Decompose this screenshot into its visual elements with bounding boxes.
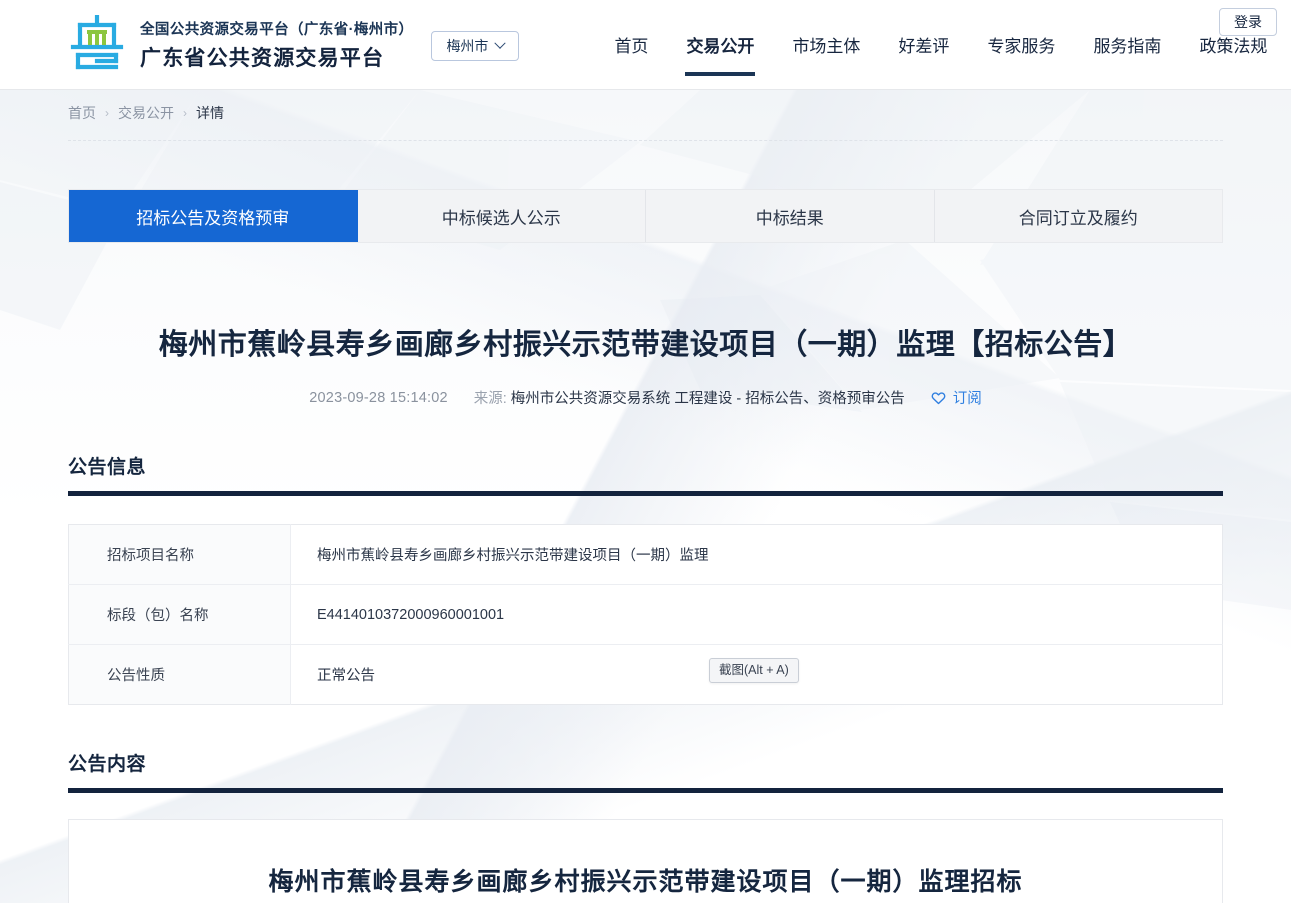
page-title: 梅州市蕉岭县寿乡画廊乡村振兴示范带建设项目（一期）监理【招标公告】 (68, 327, 1223, 363)
tab-label: 中标候选人公示 (442, 204, 561, 229)
row-label: 公告性质 (69, 645, 291, 705)
source-value: 梅州市公共资源交易系统 工程建设 - 招标公告、资格预审公告 (511, 391, 905, 407)
tab-bid-result[interactable]: 中标结果 (646, 190, 935, 242)
brand-block[interactable]: 全国公共资源交易平台（广东省·梅州市） 广东省公共资源交易平台 (68, 15, 413, 75)
nav-item-expert-services[interactable]: 专家服务 (968, 0, 1074, 89)
nav-item-service-guide[interactable]: 服务指南 (1074, 0, 1180, 89)
nav-label: 首页 (614, 32, 648, 57)
publish-timestamp: 2023-09-28 15:14:02 (309, 390, 447, 406)
row-value: E4414010372000960001001 (291, 585, 1223, 645)
brand-province-title: 广东省公共资源交易平台 (140, 42, 413, 72)
nav-item-trading-disclosure[interactable]: 交易公开 (667, 0, 773, 89)
screenshot-tooltip: 截图(Alt + A) (709, 658, 799, 683)
nav-item-reviews[interactable]: 好差评 (879, 0, 968, 89)
breadcrumb-item-home[interactable]: 首页 (68, 103, 96, 123)
document-meta: 2023-09-28 15:14:02 来源: 梅州市公共资源交易系统 工程建设… (68, 387, 1223, 408)
content-document-title: 梅州市蕉岭县寿乡画廊乡村振兴示范带建设项目（一期）监理招标 (129, 864, 1162, 902)
section-divider (68, 491, 1223, 496)
breadcrumb: 首页 › 交易公开 › 详情 (68, 90, 1223, 141)
nav-label: 交易公开 (686, 32, 754, 57)
breadcrumb-separator-icon: › (105, 106, 109, 120)
announcement-content-box: 梅州市蕉岭县寿乡画廊乡村振兴示范带建设项目（一期）监理招标 招标公告 一、招标条… (68, 819, 1223, 903)
login-button[interactable]: 登录 (1219, 8, 1277, 36)
content-wrapper: 首页 › 交易公开 › 详情 招标公告及资格预审 中标候选人公示 中标结果 合同… (0, 90, 1291, 903)
brand-text: 全国公共资源交易平台（广东省·梅州市） 广东省公共资源交易平台 (140, 18, 413, 72)
row-value: 梅州市蕉岭县寿乡画廊乡村振兴示范带建设项目（一期）监理 (291, 525, 1223, 585)
breadcrumb-item-trading-disclosure[interactable]: 交易公开 (118, 103, 174, 123)
row-label: 招标项目名称 (69, 525, 291, 585)
brand-national-title: 全国公共资源交易平台（广东省·梅州市） (140, 18, 413, 39)
document-tabs: 招标公告及资格预审 中标候选人公示 中标结果 合同订立及履约 (68, 189, 1223, 243)
section-divider (68, 788, 1223, 793)
table-row: 标段（包）名称 E4414010372000960001001 (69, 585, 1223, 645)
page-body: 首页 › 交易公开 › 详情 招标公告及资格预审 中标候选人公示 中标结果 合同… (0, 90, 1291, 903)
tab-contract-performance[interactable]: 合同订立及履约 (935, 190, 1223, 242)
table-row: 招标项目名称 梅州市蕉岭县寿乡画廊乡村振兴示范带建设项目（一期）监理 (69, 525, 1223, 585)
breadcrumb-divider (68, 140, 1223, 141)
tab-label: 中标结果 (756, 204, 824, 229)
nav-item-home[interactable]: 首页 (595, 0, 667, 89)
subscribe-label: 订阅 (953, 387, 982, 408)
tab-label: 招标公告及资格预审 (136, 204, 289, 229)
row-label: 标段（包）名称 (69, 585, 291, 645)
nav-label: 专家服务 (987, 32, 1055, 57)
table-row: 公告性质 正常公告 (69, 645, 1223, 705)
nav-item-more[interactable]: 更多 (1286, 0, 1291, 89)
tab-bid-announcement[interactable]: 招标公告及资格预审 (69, 190, 358, 242)
nav-label: 服务指南 (1093, 32, 1161, 57)
tab-candidate-publicity[interactable]: 中标候选人公示 (358, 190, 647, 242)
announcement-info-table: 招标项目名称 梅州市蕉岭县寿乡画廊乡村振兴示范带建设项目（一期）监理 标段（包）… (68, 524, 1223, 705)
announcement-info-section: 公告信息 招标项目名称 梅州市蕉岭县寿乡画廊乡村振兴示范带建设项目（一期）监理 … (68, 452, 1223, 705)
main-navigation: 首页 交易公开 市场主体 好差评 专家服务 服务指南 政策法规 更多 (595, 0, 1291, 89)
section-title-announcement-info: 公告信息 (68, 452, 1223, 479)
nav-label: 好差评 (898, 32, 949, 57)
city-selector-value: 梅州市 (446, 36, 488, 56)
city-selector[interactable]: 梅州市 (431, 31, 519, 61)
chevron-down-icon (495, 37, 506, 48)
breadcrumb-item-detail: 详情 (196, 103, 224, 123)
breadcrumb-separator-icon: › (183, 106, 187, 120)
announcement-content-section: 公告内容 梅州市蕉岭县寿乡画廊乡村振兴示范带建设项目（一期）监理招标 招标公告 … (68, 749, 1223, 903)
subscribe-button[interactable]: 订阅 (931, 387, 982, 408)
source-label: 来源: (474, 391, 507, 407)
section-title-announcement-content: 公告内容 (68, 749, 1223, 776)
nav-label: 市场主体 (792, 32, 860, 57)
nav-item-market-entities[interactable]: 市场主体 (773, 0, 879, 89)
source-group: 来源: 梅州市公共资源交易系统 工程建设 - 招标公告、资格预审公告 (474, 387, 905, 408)
tab-label: 合同订立及履约 (1019, 204, 1138, 229)
yue-character-logo-icon (68, 15, 126, 75)
site-header: 全国公共资源交易平台（广东省·梅州市） 广东省公共资源交易平台 梅州市 首页 交… (0, 0, 1291, 90)
heart-icon (931, 391, 946, 405)
